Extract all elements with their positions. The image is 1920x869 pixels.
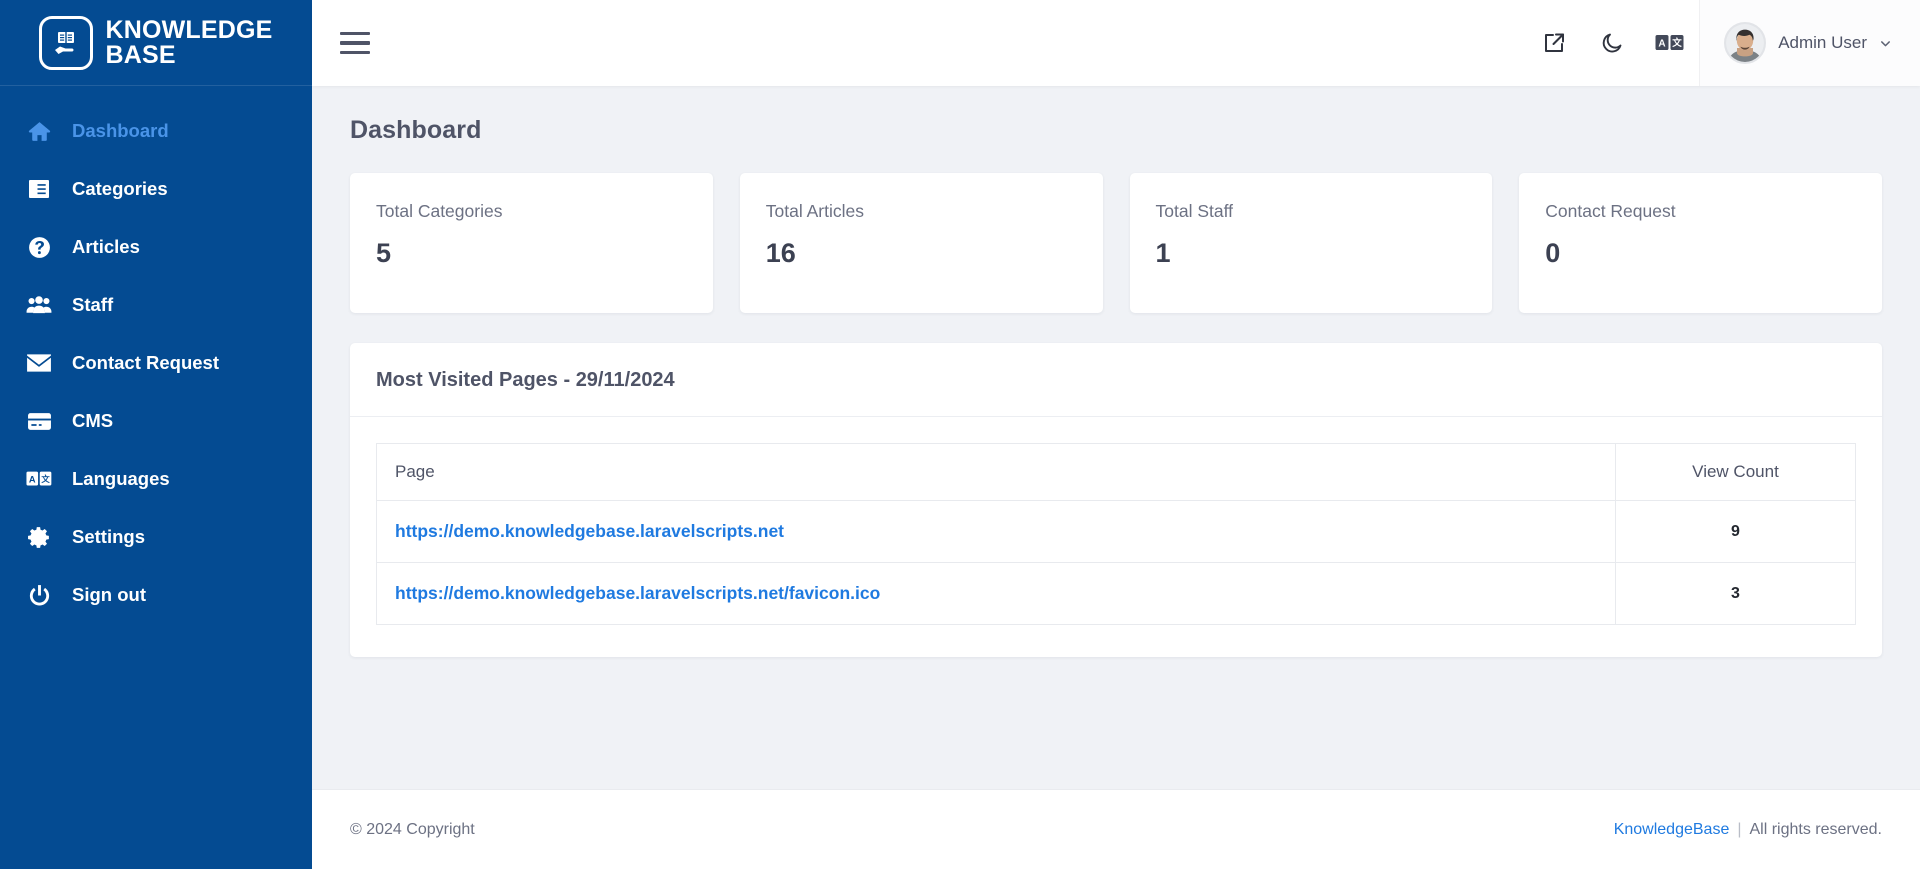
stat-label: Total Staff xyxy=(1155,201,1234,221)
sidebar-item-dashboard[interactable]: Dashboard xyxy=(0,102,312,160)
user-menu[interactable]: Admin User xyxy=(1699,0,1920,86)
gear-icon xyxy=(26,524,52,550)
sidebar: KNOWLEDGE BASE Dashboard Categories Arti… xyxy=(0,0,312,869)
envelope-icon xyxy=(26,350,52,376)
table-row: https://demo.knowledgebase.laravelscript… xyxy=(376,562,1856,625)
sidebar-item-label: Staff xyxy=(72,294,114,315)
stat-card-total-staff: Total Staff 1 xyxy=(1129,173,1493,313)
column-header-page: Page xyxy=(376,443,1616,501)
sidebar-item-articles[interactable]: Articles xyxy=(0,218,312,276)
brand-logo-block[interactable]: KNOWLEDGE BASE xyxy=(0,0,312,86)
sidebar-item-staff[interactable]: Staff xyxy=(0,276,312,334)
page-link[interactable]: https://demo.knowledgebase.laravelscript… xyxy=(395,583,880,603)
most-visited-panel: Most Visited Pages - 29/11/2024 Page Vie… xyxy=(350,343,1882,657)
panel-header: Most Visited Pages - 29/11/2024 xyxy=(350,343,1882,417)
column-header-view-count: View Count xyxy=(1615,443,1856,501)
stat-value: 1 xyxy=(1155,238,1171,268)
svg-text:文: 文 xyxy=(1671,37,1682,49)
sidebar-item-label: Dashboard xyxy=(72,120,169,141)
language-switcher[interactable]: A 文 xyxy=(1641,0,1699,86)
footer-copyright: © 2024 Copyright xyxy=(350,820,475,838)
page-title: Dashboard xyxy=(350,116,482,144)
user-name: Admin User xyxy=(1778,33,1867,52)
sidebar-nav: Dashboard Categories Articles Staff Cont… xyxy=(0,86,312,624)
hamburger-bar xyxy=(340,41,370,45)
stat-card-contact-request: Contact Request 0 xyxy=(1519,173,1882,313)
cell-page: https://demo.knowledgebase.laravelscript… xyxy=(376,500,1616,563)
top-navbar: A 文 Admin User xyxy=(312,0,1920,86)
translate-icon: A 文 xyxy=(26,466,52,492)
table-body: https://demo.knowledgebase.laravelscript… xyxy=(376,500,1856,625)
sidebar-item-label: Categories xyxy=(72,178,168,199)
brand-line-1: KNOWLEDGE xyxy=(105,15,273,44)
table-head: Page View Count xyxy=(376,443,1856,501)
table-row: https://demo.knowledgebase.laravelscript… xyxy=(376,500,1856,563)
footer-rights: All rights reserved. xyxy=(1749,820,1883,838)
home-icon xyxy=(26,118,52,144)
users-icon xyxy=(26,292,52,318)
app-root: KNOWLEDGE BASE Dashboard Categories Arti… xyxy=(0,0,1920,869)
brand-name: KNOWLEDGE BASE xyxy=(105,15,273,69)
translate-icon: A 文 xyxy=(1655,32,1685,54)
stat-card-total-articles: Total Articles 16 xyxy=(739,173,1103,313)
sidebar-item-label: Settings xyxy=(72,526,145,547)
brand-line-2: BASE xyxy=(105,40,176,69)
moon-icon xyxy=(1600,31,1624,55)
book-hand-icon xyxy=(39,15,94,70)
table-header-row: Page View Count xyxy=(376,443,1856,501)
sidebar-item-languages[interactable]: A 文 Languages xyxy=(0,450,312,508)
sidebar-item-cms[interactable]: CMS xyxy=(0,392,312,450)
svg-text:A: A xyxy=(1659,38,1666,49)
sidebar-item-categories[interactable]: Categories xyxy=(0,160,312,218)
stat-card-total-categories: Total Categories 5 xyxy=(350,173,713,313)
sidebar-item-settings[interactable]: Settings xyxy=(0,508,312,566)
panel-body: Page View Count https://demo.knowledgeba… xyxy=(350,417,1882,657)
stat-label: Contact Request xyxy=(1545,201,1676,221)
cell-page: https://demo.knowledgebase.laravelscript… xyxy=(376,562,1616,625)
footer-separator: | xyxy=(1737,820,1742,838)
stat-label: Total Categories xyxy=(376,201,503,221)
main-area: A 文 Admin User Dashboard Total Categorie… xyxy=(312,0,1920,869)
stat-label: Total Articles xyxy=(765,201,864,221)
power-icon xyxy=(26,582,52,608)
stat-value: 16 xyxy=(765,238,796,268)
sidebar-item-contact-request[interactable]: Contact Request xyxy=(0,334,312,392)
sidebar-item-label: Sign out xyxy=(72,584,146,605)
hamburger-bar xyxy=(340,31,370,36)
sidebar-item-label: Languages xyxy=(72,468,170,489)
hamburger-icon[interactable] xyxy=(340,30,370,56)
page-footer: © 2024 Copyright KnowledgeBase | All rig… xyxy=(312,789,1920,869)
stat-value: 5 xyxy=(376,238,392,268)
panel-title: Most Visited Pages - 29/11/2024 xyxy=(376,369,675,391)
stats-row: Total Categories 5 Total Articles 16 Tot… xyxy=(350,173,1882,313)
list-box-icon xyxy=(26,176,52,202)
dark-mode-toggle[interactable] xyxy=(1583,0,1641,86)
cell-view-count: 3 xyxy=(1615,562,1856,625)
most-visited-table: Page View Count https://demo.knowledgeba… xyxy=(376,443,1856,625)
visit-site-button[interactable] xyxy=(1525,0,1583,86)
sidebar-item-label: CMS xyxy=(72,410,114,431)
page-link[interactable]: https://demo.knowledgebase.laravelscript… xyxy=(395,521,784,541)
external-link-icon xyxy=(1542,31,1566,55)
sidebar-item-label: Articles xyxy=(72,236,140,257)
avatar xyxy=(1724,22,1767,64)
chevron-down-icon xyxy=(1879,37,1892,50)
stat-value: 0 xyxy=(1545,238,1561,268)
footer-right: KnowledgeBase | All rights reserved. xyxy=(1614,821,1882,839)
svg-text:A: A xyxy=(29,474,36,484)
cell-view-count: 9 xyxy=(1615,500,1856,563)
card-icon xyxy=(26,408,52,434)
svg-text:文: 文 xyxy=(41,474,50,484)
footer-brand-link[interactable]: KnowledgeBase xyxy=(1614,821,1730,839)
page-content: Dashboard Total Categories 5 Total Artic… xyxy=(312,86,1920,789)
sidebar-item-sign-out[interactable]: Sign out xyxy=(0,566,312,624)
question-circle-icon xyxy=(26,234,52,260)
navbar-actions: A 文 Admin User xyxy=(1525,0,1920,86)
sidebar-item-label: Contact Request xyxy=(72,352,219,373)
hamburger-bar xyxy=(340,50,370,55)
